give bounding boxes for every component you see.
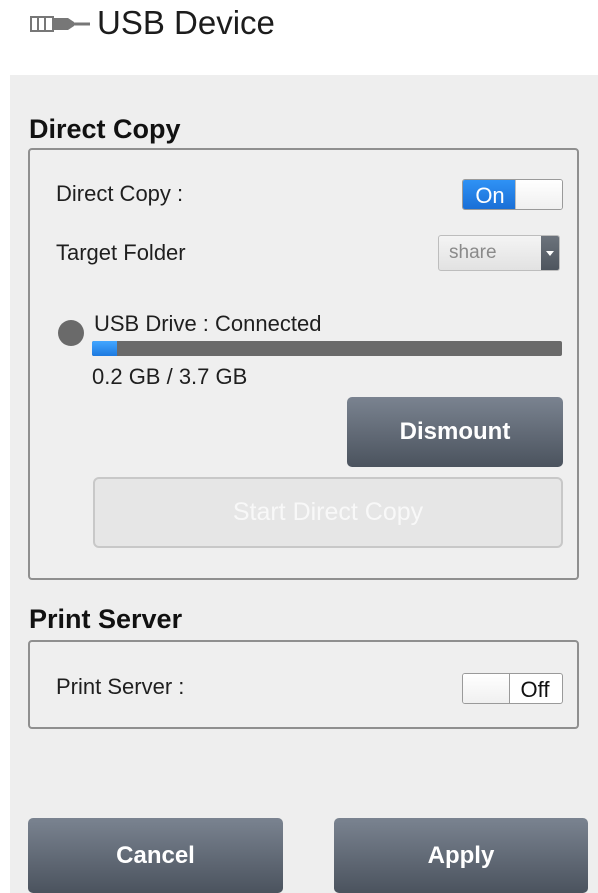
target-folder-select[interactable]: share xyxy=(438,235,560,271)
print-server-toggle[interactable]: Off xyxy=(462,673,563,704)
direct-copy-box: Direct Copy : On Target Folder share USB… xyxy=(28,148,579,580)
usb-usage-text: 0.2 GB / 3.7 GB xyxy=(92,364,248,389)
settings-panel: Direct Copy Direct Copy : On Target Fold… xyxy=(10,75,598,893)
direct-copy-section-title: Direct Copy xyxy=(29,114,181,144)
usb-status-text: USB Drive : Connected xyxy=(94,311,322,336)
print-server-box: Print Server : Off xyxy=(28,640,579,729)
cancel-button[interactable]: Cancel xyxy=(28,818,283,893)
target-folder-value: share xyxy=(449,242,497,263)
usb-usage-bar xyxy=(92,341,562,356)
toggle-on-text: On xyxy=(463,180,517,209)
print-server-section-title: Print Server xyxy=(29,604,183,634)
usb-usage-fill xyxy=(92,341,118,356)
chevron-down-icon xyxy=(541,236,559,270)
toggle-off-text: Off xyxy=(520,677,550,702)
dismount-button[interactable]: Dismount xyxy=(347,397,563,467)
page-title: USB Device xyxy=(97,4,275,41)
usb-plug-icon xyxy=(30,16,90,32)
apply-button[interactable]: Apply xyxy=(334,818,588,893)
usb-status-icon xyxy=(58,320,84,346)
direct-copy-toggle[interactable]: On xyxy=(462,179,563,210)
target-folder-label: Target Folder xyxy=(56,240,186,265)
print-server-toggle-label: Print Server : xyxy=(56,674,185,699)
direct-copy-toggle-label: Direct Copy : xyxy=(56,181,184,206)
start-direct-copy-button[interactable]: Start Direct Copy xyxy=(93,477,563,548)
toggle-knob xyxy=(515,180,562,209)
toggle-knob xyxy=(463,674,510,703)
page-header: USB Device xyxy=(0,0,598,75)
